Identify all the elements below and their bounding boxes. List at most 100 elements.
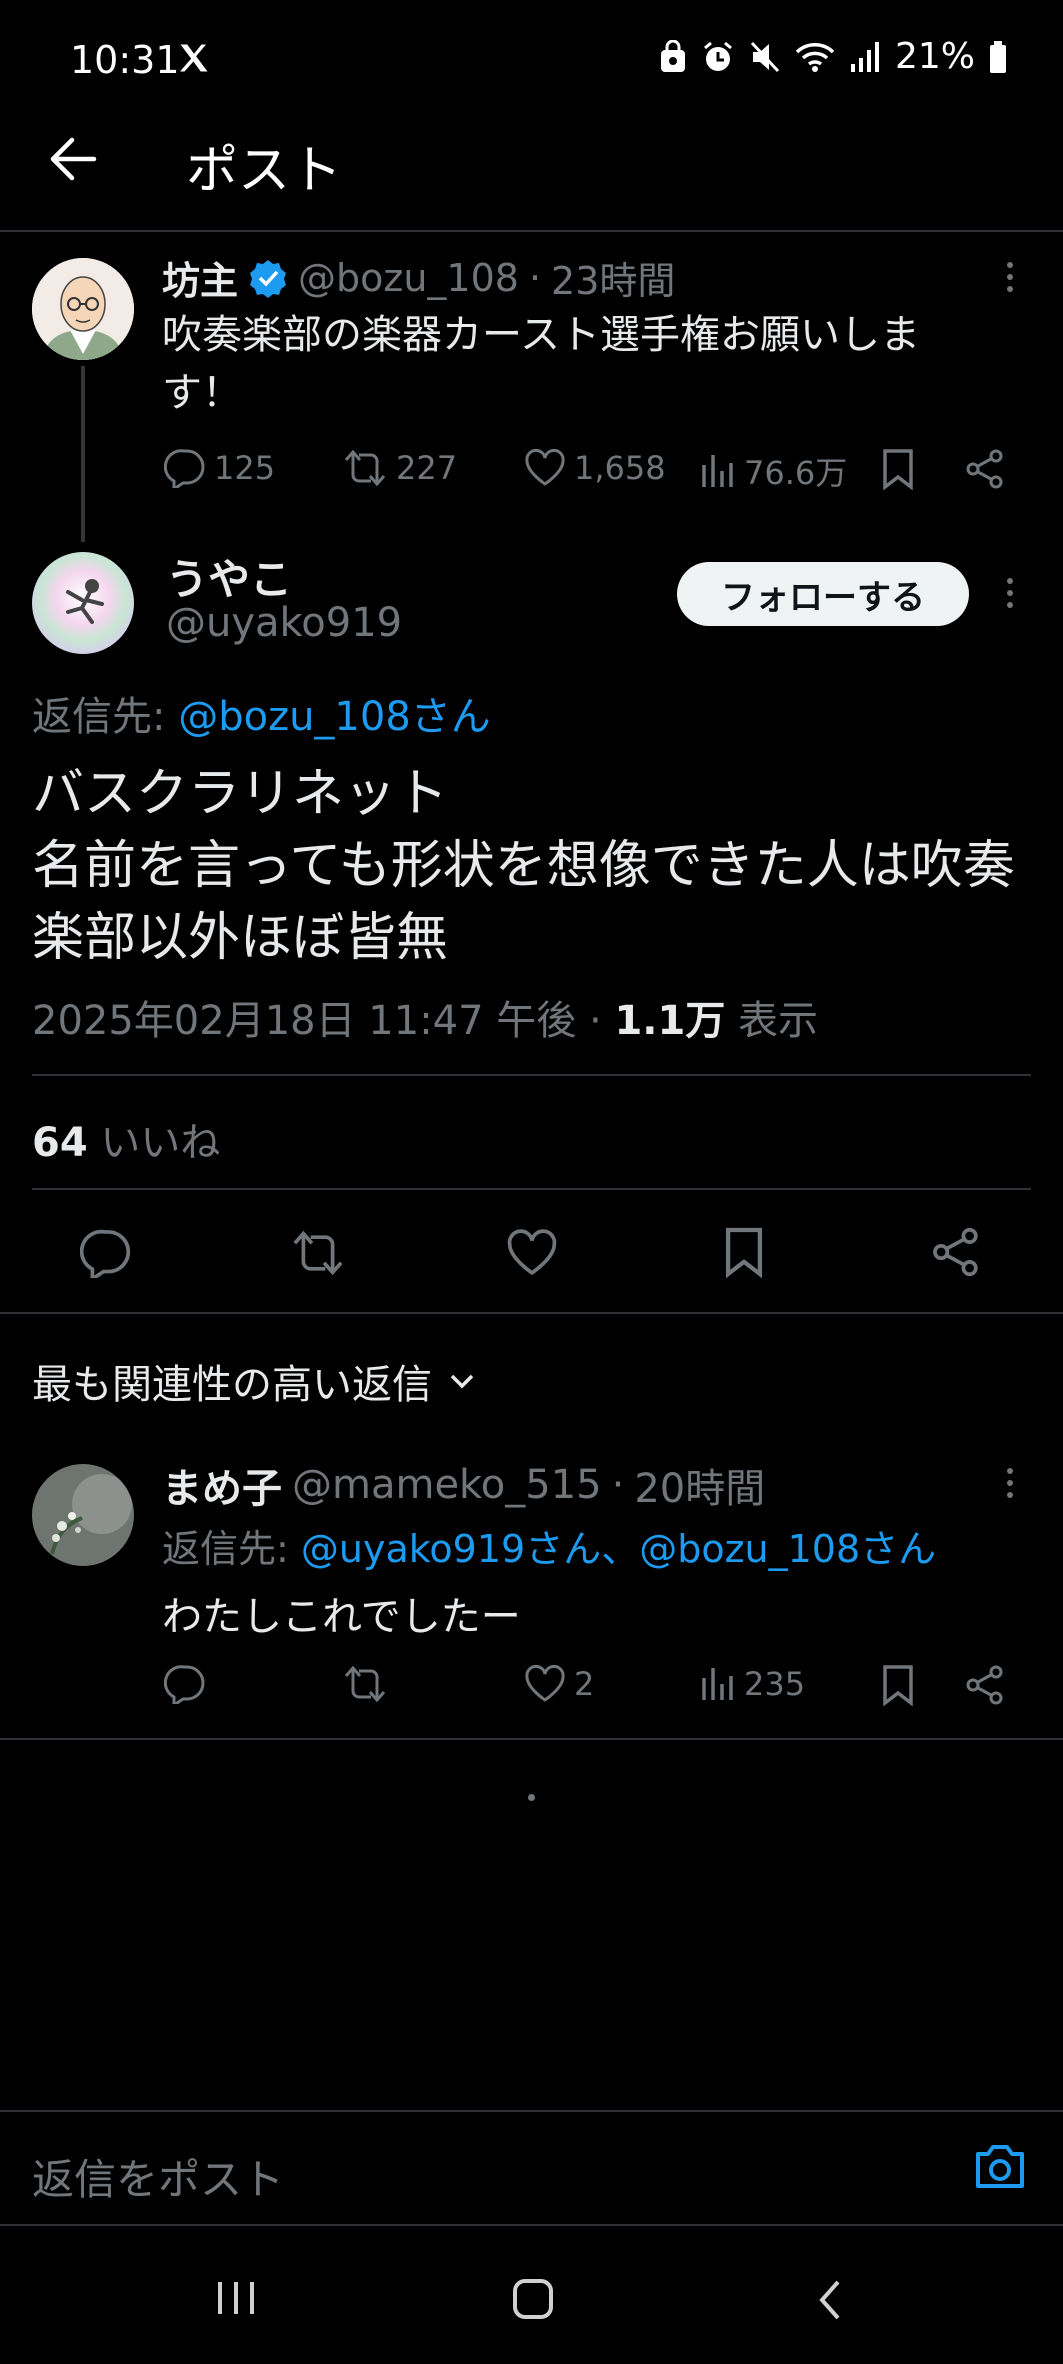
author-handle[interactable]: @uyako919 [166, 600, 402, 646]
reply-icon [80, 1229, 131, 1278]
parent-post-menu-icon[interactable] [1007, 262, 1013, 292]
bozu-avatar[interactable] [32, 258, 134, 360]
analytics-icon [702, 455, 733, 487]
like-count: 2 [574, 1665, 595, 1703]
reply-to-user-link[interactable]: @bozu_108さん [178, 694, 491, 740]
reply-to-label: 返信先: [32, 694, 166, 740]
reply-button[interactable] [164, 1664, 206, 1704]
like-button[interactable]: 2 [524, 1664, 594, 1704]
back-nav-button[interactable] [814, 2278, 846, 2322]
replies-sort-label: 最も関連性の高い返信 [32, 1362, 432, 1408]
camera-button[interactable] [972, 2142, 1028, 2192]
main-post-text-line1: バスクラリネット [32, 764, 449, 824]
main-repost-button[interactable] [290, 1228, 346, 1278]
likes-count: 64 [32, 1120, 88, 1166]
back-button[interactable] [48, 136, 98, 182]
status-time: 10:31 [70, 38, 180, 82]
home-button[interactable] [512, 2278, 554, 2320]
main-share-button[interactable] [930, 1226, 982, 1278]
parent-post-text-line2: す！ [162, 370, 242, 416]
share-button[interactable] [964, 448, 1006, 490]
reply-post-reply-to: 返信先: @uyako919さん、@bozu_108さん [162, 1518, 936, 1573]
view-count: 235 [744, 1665, 806, 1703]
replies-sort-dropdown[interactable]: 最も関連性の高い返信 [32, 1352, 476, 1410]
follow-button[interactable]: フォローする [677, 562, 969, 626]
repost-count: 227 [396, 449, 458, 487]
post-meta: 2025年02月18日 11:47 午後 · 1.1万 表示 [32, 998, 819, 1044]
photo-lock-icon [659, 39, 687, 74]
main-post-text: バスクラリネット 名前を言っても形状を想像できた人は吹奏 楽部以外ほぼ皆無 [32, 758, 1015, 974]
post-time[interactable]: 20時間 [634, 1456, 765, 1514]
repost-button[interactable] [342, 1664, 388, 1704]
recent-apps-button[interactable] [214, 2278, 258, 2318]
repost-icon [344, 449, 386, 487]
bookmark-button[interactable] [880, 448, 916, 490]
uyako-avatar[interactable] [32, 552, 134, 654]
share-button[interactable] [964, 1664, 1006, 1706]
likes-label: いいね [100, 1120, 221, 1166]
like-button[interactable]: 1,658 [524, 448, 666, 488]
reply-icon [164, 449, 205, 488]
author-name[interactable]: まめ子 [162, 1456, 282, 1514]
reply-composer[interactable]: 返信をポスト [0, 2110, 1063, 2226]
author-name[interactable]: うやこ [166, 546, 292, 607]
bookmark-icon [883, 1665, 913, 1706]
mute-icon [749, 40, 781, 74]
divider [32, 1074, 1031, 1076]
views-count: 1.1万 [614, 998, 726, 1044]
signal-icon [849, 40, 881, 74]
views-button[interactable]: 235 [700, 1664, 805, 1704]
repost-button[interactable]: 227 [342, 448, 457, 488]
share-icon [966, 1665, 1003, 1705]
parent-post-text: 吹奏楽部の楽器カースト選手権お願いしま す！ [162, 306, 920, 422]
views-label: 表示 [738, 998, 819, 1044]
share-icon [966, 449, 1003, 489]
reply-post-menu-icon[interactable] [1007, 1468, 1013, 1498]
verified-badge-icon [248, 258, 288, 298]
main-bookmark-button[interactable] [722, 1226, 766, 1278]
post-time[interactable]: 23時間 [551, 250, 675, 305]
chevron-down-icon [450, 1374, 474, 1389]
heart-icon [525, 448, 565, 486]
author-handle[interactable]: @bozu_108 [298, 256, 519, 300]
home-icon [513, 2279, 553, 2319]
mameko-avatar[interactable] [32, 1464, 134, 1566]
like-count: 1,658 [574, 449, 666, 487]
wifi-icon [795, 40, 835, 74]
divider [0, 1738, 1063, 1740]
reply-to-users-link[interactable]: @uyako919さん、@bozu_108さん [301, 1527, 936, 1571]
share-icon [933, 1227, 978, 1277]
thread-line [81, 366, 85, 542]
reply-button[interactable]: 125 [164, 448, 275, 488]
heart-icon [525, 1664, 565, 1702]
author-handle[interactable]: @mameko_515 [292, 1462, 602, 1508]
bookmark-icon [883, 449, 913, 490]
status-icons: 21% [659, 36, 1007, 77]
loading-dot [528, 1794, 535, 1801]
main-post-text-line2: 名前を言っても形状を想像できた人は吹奏 [32, 836, 1015, 896]
recent-apps-icon [218, 2282, 254, 2314]
author-name[interactable]: 坊主 [162, 250, 238, 305]
main-post-menu-icon[interactable] [1007, 578, 1013, 608]
divider [32, 1188, 1031, 1190]
main-like-button[interactable] [506, 1228, 558, 1278]
reply-input-placeholder[interactable]: 返信をポスト [32, 2146, 284, 2207]
analytics-icon [702, 1668, 733, 1700]
alarm-icon [701, 40, 735, 74]
back-nav-icon [819, 2280, 840, 2320]
reply-post-text: わたしこれでしたー [162, 1594, 521, 1640]
reply-to-label: 返信先: [162, 1527, 289, 1571]
heart-icon [507, 1229, 557, 1276]
reply-count: 125 [214, 449, 276, 487]
parent-post-header: 坊主 @bozu_108 · 23時間 [162, 250, 675, 305]
header-divider [0, 230, 1063, 232]
views-button[interactable]: 76.6万 [700, 448, 847, 494]
camera-icon [976, 2145, 1024, 2188]
bookmark-button[interactable] [880, 1664, 916, 1706]
x-logo-icon [176, 40, 212, 76]
divider [0, 1312, 1063, 1314]
main-reply-button[interactable] [80, 1228, 132, 1278]
reply-to-line: 返信先: @bozu_108さん [32, 684, 491, 742]
battery-percent: 21% [894, 36, 975, 77]
likes-summary[interactable]: 64 いいね [32, 1110, 220, 1168]
